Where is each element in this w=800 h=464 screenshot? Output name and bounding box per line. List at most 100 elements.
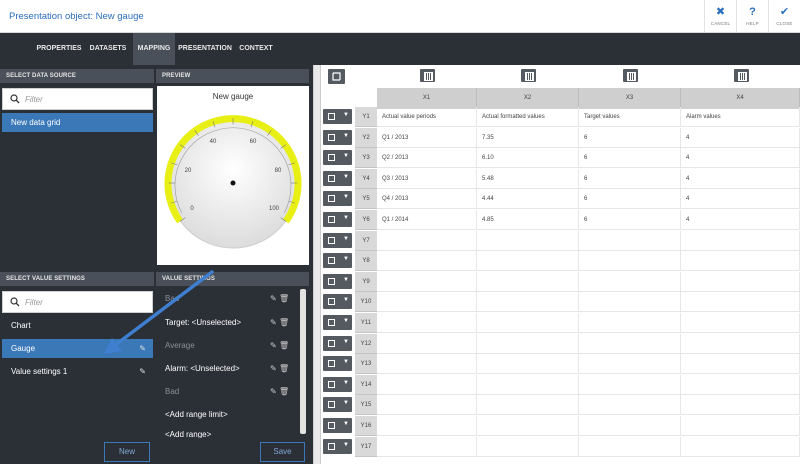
chevron-down-icon[interactable]: ▼ <box>343 112 349 118</box>
row-header[interactable]: Y9 <box>355 271 377 292</box>
chevron-down-icon[interactable]: ▼ <box>343 380 349 386</box>
grid-cell[interactable] <box>579 354 681 375</box>
grid-cell[interactable] <box>579 416 681 436</box>
chevron-down-icon[interactable]: ▼ <box>343 297 349 303</box>
row-select-button[interactable]: ▼ <box>323 109 352 124</box>
row-header[interactable]: Y5 <box>355 189 377 210</box>
grid-cell[interactable] <box>681 354 800 375</box>
grid-corner-button[interactable] <box>328 69 345 84</box>
row-select-button[interactable]: ▼ <box>323 191 352 207</box>
grid-cell[interactable]: Actual value periods <box>377 107 477 127</box>
grid-cell[interactable] <box>579 251 681 272</box>
grid-cell[interactable] <box>477 374 579 395</box>
grid-cell[interactable] <box>377 271 477 292</box>
row-select-button[interactable]: ▼ <box>323 438 352 454</box>
row-select-button[interactable]: ▼ <box>323 170 352 186</box>
row-header[interactable]: Y13 <box>355 354 377 375</box>
grid-cell[interactable]: Q1 / 2013 <box>377 127 477 148</box>
grid-cell[interactable] <box>579 313 681 333</box>
row-select-button[interactable]: ▼ <box>323 294 352 310</box>
row-header[interactable]: Y11 <box>355 313 377 333</box>
row-select-button[interactable]: ▼ <box>323 273 352 289</box>
grid-cell[interactable] <box>579 333 681 354</box>
chevron-down-icon[interactable]: ▼ <box>343 236 349 242</box>
chevron-down-icon[interactable]: ▼ <box>343 174 349 180</box>
grid-cell[interactable] <box>377 354 477 375</box>
chevron-down-icon[interactable]: ▼ <box>343 359 349 365</box>
grid-cell[interactable] <box>579 292 681 313</box>
row-header[interactable]: Y16 <box>355 416 377 436</box>
row-select-button[interactable]: ▼ <box>323 232 352 248</box>
chevron-down-icon[interactable]: ▼ <box>343 133 349 139</box>
row-select-button[interactable]: ▼ <box>323 150 352 166</box>
grid-cell[interactable] <box>681 436 800 457</box>
grid-cell[interactable]: 6 <box>579 168 681 189</box>
grid-cell[interactable]: 4 <box>681 189 800 210</box>
panel-scrollbar[interactable] <box>313 65 320 464</box>
row-checkbox[interactable] <box>328 319 335 326</box>
chevron-down-icon[interactable]: ▼ <box>343 215 349 221</box>
column-select-button[interactable] <box>420 69 435 82</box>
chevron-down-icon[interactable]: ▼ <box>343 442 349 448</box>
grid-cell[interactable] <box>477 292 579 313</box>
row-header[interactable]: Y10 <box>355 292 377 313</box>
row-header[interactable]: Y8 <box>355 251 377 272</box>
grid-cell[interactable] <box>681 333 800 354</box>
row-header[interactable]: Y12 <box>355 333 377 354</box>
grid-cell[interactable]: 4.44 <box>477 189 579 210</box>
row-header[interactable]: Y2 <box>355 127 377 148</box>
column-header[interactable]: X4 <box>681 88 800 109</box>
row-header[interactable]: Y1 <box>355 107 377 127</box>
row-checkbox[interactable] <box>328 216 335 223</box>
grid-cell[interactable] <box>579 436 681 457</box>
row-checkbox[interactable] <box>328 195 335 203</box>
grid-cell[interactable] <box>681 251 800 272</box>
row-select-button[interactable]: ▼ <box>323 315 352 330</box>
grid-cell[interactable] <box>377 313 477 333</box>
row-select-button[interactable]: ▼ <box>323 253 352 269</box>
row-checkbox[interactable] <box>328 174 335 182</box>
row-header[interactable]: Y6 <box>355 210 377 230</box>
grid-cell[interactable] <box>681 271 800 292</box>
row-checkbox[interactable] <box>328 133 335 141</box>
grid-cell[interactable] <box>681 292 800 313</box>
cancel-button[interactable]: ✖ CANCEL <box>704 0 736 33</box>
grid-cell[interactable] <box>579 395 681 416</box>
grid-cell[interactable]: Actual formatted values <box>477 107 579 127</box>
grid-cell[interactable] <box>377 230 477 251</box>
grid-cell[interactable]: Target values <box>579 107 681 127</box>
grid-cell[interactable]: 6.10 <box>477 148 579 169</box>
grid-cell[interactable]: Q4 / 2013 <box>377 189 477 210</box>
grid-cell[interactable] <box>477 333 579 354</box>
row-checkbox[interactable] <box>328 422 335 429</box>
grid-cell[interactable] <box>377 374 477 395</box>
grid-cell[interactable] <box>377 333 477 354</box>
grid-cell[interactable] <box>579 271 681 292</box>
row-header[interactable]: Y15 <box>355 395 377 416</box>
grid-cell[interactable] <box>579 374 681 395</box>
help-button[interactable]: ? HELP <box>736 0 768 33</box>
row-header[interactable]: Y3 <box>355 148 377 169</box>
grid-cell[interactable]: 6 <box>579 148 681 169</box>
row-select-button[interactable]: ▼ <box>323 212 352 227</box>
grid-cell[interactable] <box>377 416 477 436</box>
grid-cell[interactable]: 5.48 <box>477 168 579 189</box>
grid-cell[interactable]: 4 <box>681 168 800 189</box>
column-header[interactable]: X2 <box>477 88 579 109</box>
grid-cell[interactable]: 4.85 <box>477 210 579 230</box>
close-button[interactable]: ✔ CLOSE <box>768 0 800 33</box>
grid-cell[interactable]: Alarm values <box>681 107 800 127</box>
row-select-button[interactable]: ▼ <box>323 376 352 392</box>
row-checkbox[interactable] <box>328 442 335 450</box>
grid-cell[interactable] <box>377 292 477 313</box>
grid-cell[interactable]: 6 <box>579 210 681 230</box>
row-checkbox[interactable] <box>328 236 335 244</box>
grid-cell[interactable] <box>477 395 579 416</box>
row-checkbox[interactable] <box>328 339 335 347</box>
grid-cell[interactable] <box>377 395 477 416</box>
row-select-button[interactable]: ▼ <box>323 397 352 413</box>
chevron-down-icon[interactable]: ▼ <box>343 194 349 200</box>
grid-cell[interactable] <box>681 395 800 416</box>
grid-cell[interactable] <box>681 416 800 436</box>
row-header[interactable]: Y4 <box>355 168 377 189</box>
